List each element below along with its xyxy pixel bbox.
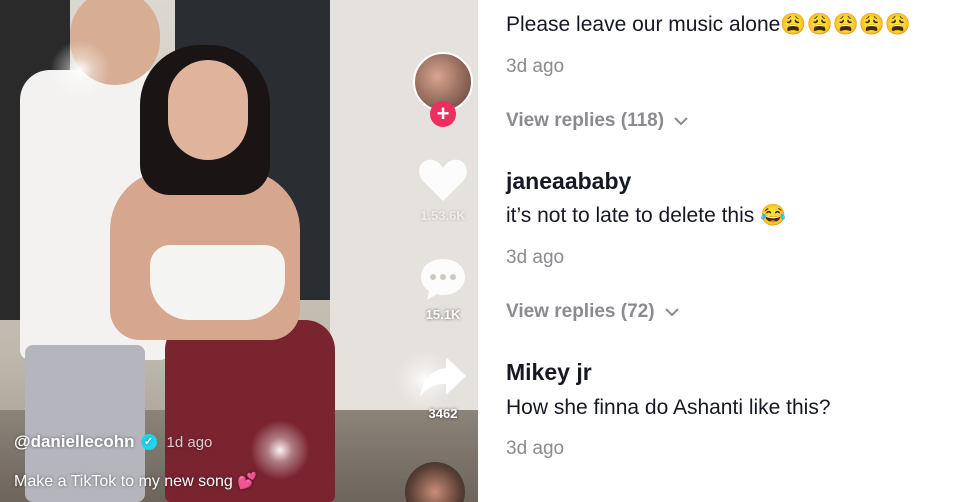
post-time: 1d ago [166,433,213,451]
chevron-down-icon [664,307,679,316]
view-replies-label: View replies (72) [506,301,655,322]
sparkle-effect [45,35,115,105]
creator-username[interactable]: @daniellecohn ✓ 1d ago [14,432,212,452]
heart-icon[interactable] [414,155,472,205]
woman-top [150,245,285,320]
view-replies-button[interactable]: View replies (72) [506,301,679,323]
username-text[interactable]: @daniellecohn [14,432,135,452]
comment-text: Please leave our music alone😩😩😩😩😩 [506,13,912,36]
video-player[interactable]: + 1.53.6K 15.1K 3462 @daniellecohn ✓ 1d … [0,0,478,502]
comment-time: 3d ago [506,247,565,268]
comment-text: How she finna do Ashanti like this? [506,396,831,419]
share-count: 3462 [428,406,458,421]
plus-icon[interactable]: + [430,101,456,127]
comment-count: 15.1K [425,307,461,322]
comment-username[interactable]: Mikey jr [506,359,592,386]
comment-icon[interactable] [414,254,472,304]
share-icon[interactable] [414,352,472,402]
comments-panel: Please leave our music alone😩😩😩😩😩 3d ago… [478,0,960,502]
comment-time: 3d ago [506,438,565,459]
chevron-down-icon [674,116,688,125]
verified-icon: ✓ [140,434,157,450]
comment-text: it’s not to late to delete this 😂 [506,204,787,227]
woman-face [168,60,248,160]
view-replies-button[interactable]: View replies (118) [506,110,688,132]
video-caption: Make a TikTok to my new song 💕 [14,473,258,490]
comment-time: 3d ago [506,56,565,77]
like-count: 1.53.6K [420,208,466,223]
comment-username[interactable]: janeaababy [506,168,631,195]
view-replies-label: View replies (118) [506,110,665,131]
